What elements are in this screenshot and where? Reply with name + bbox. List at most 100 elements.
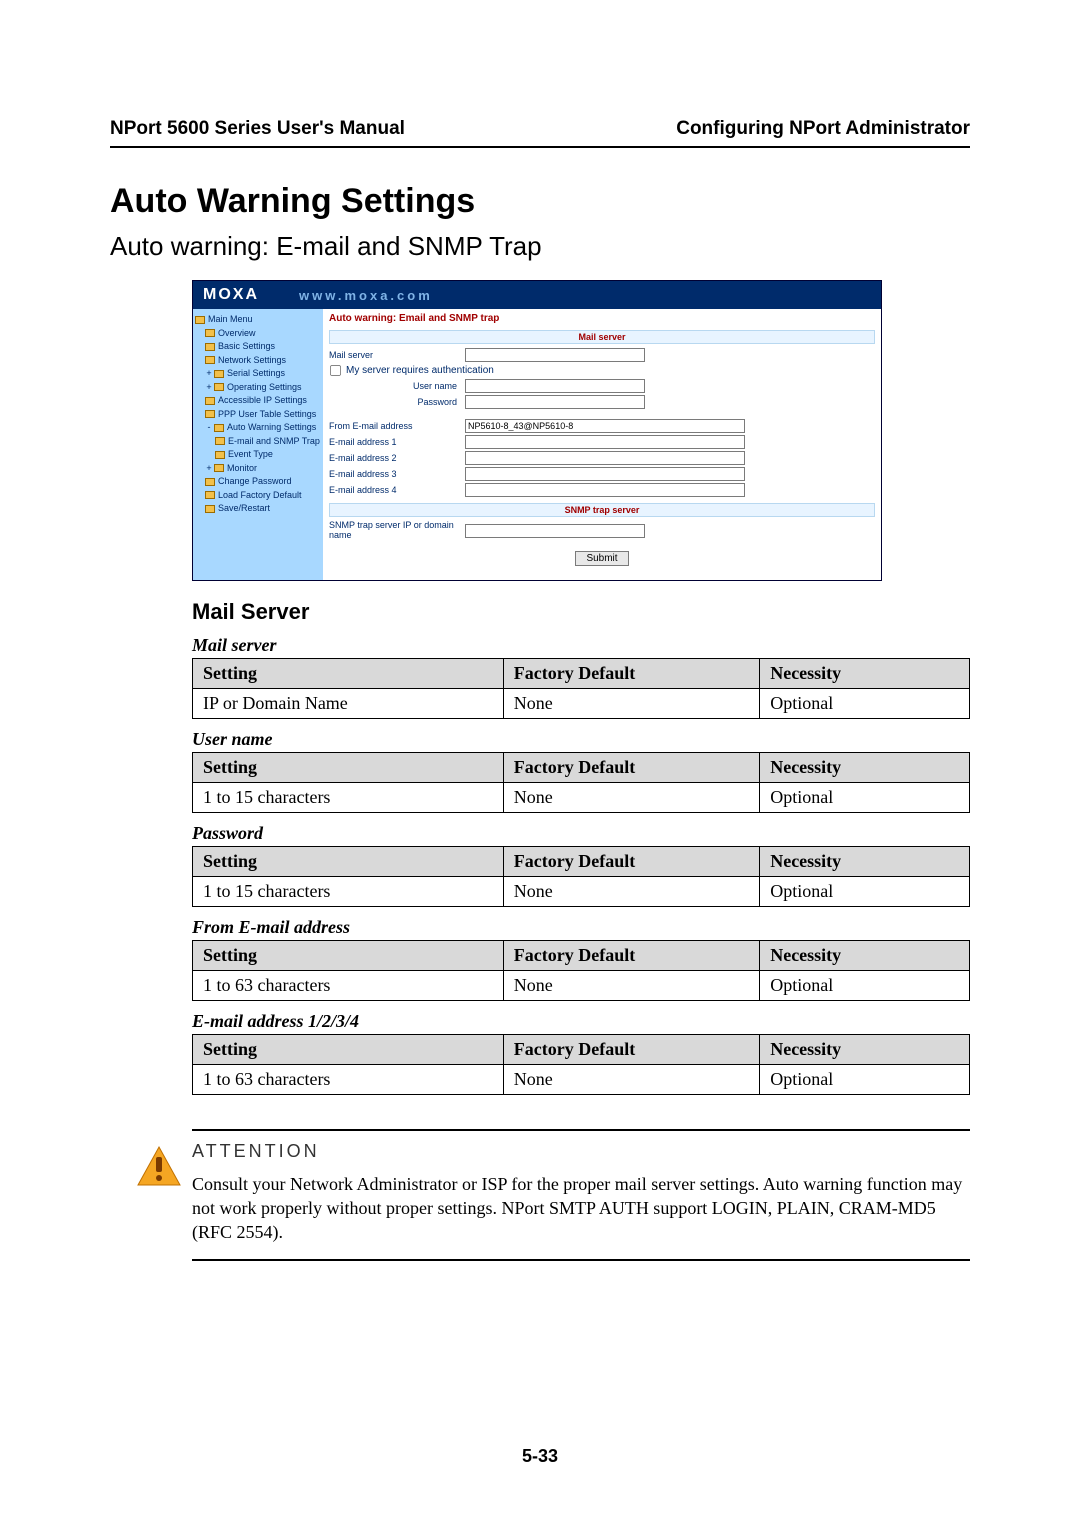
- table-title: E-mail address 1/2/3/4: [192, 1011, 970, 1032]
- username-input[interactable]: [465, 379, 645, 393]
- tree-item[interactable]: Monitor: [227, 462, 257, 476]
- col-necessity: Necessity: [760, 752, 970, 782]
- cell-factory: None: [503, 970, 759, 1000]
- cell-factory: None: [503, 782, 759, 812]
- col-necessity: Necessity: [760, 1034, 970, 1064]
- col-setting: Setting: [193, 658, 504, 688]
- email2-label: E-mail address 2: [329, 453, 465, 463]
- mail-server-input[interactable]: [465, 348, 645, 362]
- table-title: Mail server: [192, 635, 970, 656]
- tree-item[interactable]: Operating Settings: [227, 381, 302, 395]
- expand-icon[interactable]: +: [205, 367, 213, 381]
- page-number: 5-33: [0, 1446, 1080, 1467]
- tree-item[interactable]: Network Settings: [218, 354, 286, 368]
- cell-factory: None: [503, 688, 759, 718]
- snmp-header: SNMP trap server: [329, 503, 875, 517]
- table-title: From E-mail address: [192, 917, 970, 938]
- folder-icon: [214, 424, 224, 432]
- folder-icon: [215, 451, 225, 459]
- expand-icon[interactable]: +: [205, 462, 213, 476]
- tree-item[interactable]: Basic Settings: [218, 340, 275, 354]
- screenshot-main: Auto warning: Email and SNMP trap Mail s…: [323, 309, 881, 580]
- cell-factory: None: [503, 876, 759, 906]
- collapse-icon[interactable]: -: [205, 421, 213, 435]
- password-input[interactable]: [465, 395, 645, 409]
- auth-checkbox[interactable]: [330, 365, 341, 376]
- folder-icon: [205, 491, 215, 499]
- folder-icon: [214, 370, 224, 378]
- col-factory: Factory Default: [503, 752, 759, 782]
- cell-necessity: Optional: [760, 970, 970, 1000]
- folder-icon: [205, 356, 215, 364]
- col-necessity: Necessity: [760, 940, 970, 970]
- snmp-input[interactable]: [465, 524, 645, 538]
- cell-factory: None: [503, 1064, 759, 1094]
- cell-setting: 1 to 15 characters: [193, 782, 504, 812]
- moxa-logo: MOXA: [203, 286, 259, 304]
- col-necessity: Necessity: [760, 658, 970, 688]
- cell-necessity: Optional: [760, 1064, 970, 1094]
- mail-server-label: Mail server: [329, 350, 465, 360]
- page-header: NPort 5600 Series User's Manual Configur…: [110, 118, 970, 148]
- tree-item[interactable]: Overview: [218, 327, 256, 341]
- from-email-input[interactable]: [465, 419, 745, 433]
- folder-icon: [205, 505, 215, 513]
- heading-h1: Auto Warning Settings: [110, 182, 970, 221]
- email1-input[interactable]: [465, 435, 745, 449]
- table-title: Password: [192, 823, 970, 844]
- tree-item[interactable]: Change Password: [218, 475, 292, 489]
- tree-main[interactable]: Main Menu: [208, 313, 253, 327]
- tree-item[interactable]: Auto Warning Settings: [227, 421, 316, 435]
- email4-input[interactable]: [465, 483, 745, 497]
- email2-input[interactable]: [465, 451, 745, 465]
- nav-tree: Main Menu Overview Basic Settings Networ…: [193, 309, 323, 580]
- embedded-screenshot: MOXA www.moxa.com Main Menu Overview Bas…: [192, 280, 882, 581]
- tree-item[interactable]: PPP User Table Settings: [218, 408, 316, 422]
- spec-table: SettingFactory DefaultNecessity IP or Do…: [192, 658, 970, 719]
- col-factory: Factory Default: [503, 846, 759, 876]
- tree-item[interactable]: Load Factory Default: [218, 489, 302, 503]
- email3-input[interactable]: [465, 467, 745, 481]
- tree-item[interactable]: Event Type: [228, 448, 273, 462]
- warning-icon: [136, 1145, 192, 1245]
- spec-table: SettingFactory DefaultNecessity 1 to 15 …: [192, 752, 970, 813]
- attention-label: ATTENTION: [192, 1141, 970, 1162]
- cell-necessity: Optional: [760, 876, 970, 906]
- table-title: User name: [192, 729, 970, 750]
- submit-button[interactable]: Submit: [575, 551, 628, 566]
- password-label: Password: [329, 397, 465, 407]
- heading-h3: Mail Server: [192, 599, 970, 625]
- spec-table: SettingFactory DefaultNecessity 1 to 63 …: [192, 940, 970, 1001]
- cell-setting: 1 to 63 characters: [193, 1064, 504, 1094]
- col-factory: Factory Default: [503, 940, 759, 970]
- tree-item[interactable]: Save/Restart: [218, 502, 270, 516]
- col-setting: Setting: [193, 846, 504, 876]
- tables-container: Mail server SettingFactory DefaultNecess…: [192, 635, 970, 1095]
- cell-necessity: Optional: [760, 782, 970, 812]
- expand-icon[interactable]: +: [205, 381, 213, 395]
- folder-icon: [205, 410, 215, 418]
- email4-label: E-mail address 4: [329, 485, 465, 495]
- panel-title: Auto warning: Email and SNMP trap: [329, 313, 875, 324]
- folder-icon: [214, 383, 224, 391]
- tree-item[interactable]: E-mail and SNMP Trap: [228, 435, 320, 449]
- attention-body: Consult your Network Administrator or IS…: [192, 1172, 970, 1245]
- folder-icon: [205, 397, 215, 405]
- attention-block: ATTENTION Consult your Network Administr…: [192, 1129, 970, 1261]
- heading-h2: Auto warning: E-mail and SNMP Trap: [110, 231, 970, 262]
- mail-server-header: Mail server: [329, 330, 875, 344]
- spec-table: SettingFactory DefaultNecessity 1 to 63 …: [192, 1034, 970, 1095]
- spec-table: SettingFactory DefaultNecessity 1 to 15 …: [192, 846, 970, 907]
- tree-item[interactable]: Accessible IP Settings: [218, 394, 307, 408]
- col-factory: Factory Default: [503, 658, 759, 688]
- screenshot-banner: MOXA www.moxa.com: [193, 281, 881, 309]
- cell-necessity: Optional: [760, 688, 970, 718]
- col-setting: Setting: [193, 940, 504, 970]
- cell-setting: IP or Domain Name: [193, 688, 504, 718]
- col-setting: Setting: [193, 1034, 504, 1064]
- col-setting: Setting: [193, 752, 504, 782]
- header-right: Configuring NPort Administrator: [676, 118, 970, 140]
- folder-icon: [195, 316, 205, 324]
- from-email-label: From E-mail address: [329, 421, 465, 431]
- tree-item[interactable]: Serial Settings: [227, 367, 285, 381]
